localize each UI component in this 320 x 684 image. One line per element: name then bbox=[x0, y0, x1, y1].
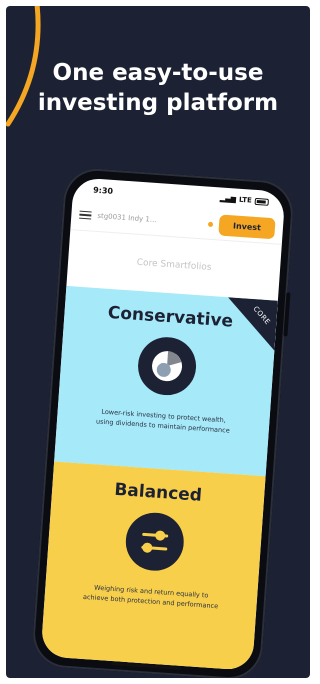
balanced-card[interactable]: Balanced Weighing risk and return equall… bbox=[40, 461, 266, 671]
headline: One easy-to-use investing platform bbox=[6, 58, 310, 118]
invest-button[interactable]: Invest bbox=[218, 213, 276, 239]
phone-screen: 9:30 ▂▄▆ LTE stg0031 Indy 1... Invest Co… bbox=[40, 177, 286, 671]
sliders-icon bbox=[125, 512, 184, 571]
account-label[interactable]: stg0031 Indy 1... bbox=[97, 212, 202, 227]
status-time: 9:30 bbox=[92, 185, 114, 196]
card-description-conservative: Lower-risk investing to protect wealth, … bbox=[57, 392, 271, 439]
phone-mockup: 9:30 ▂▄▆ LTE stg0031 Indy 1... Invest Co… bbox=[30, 166, 296, 678]
status-icons: ▂▄▆ LTE bbox=[219, 194, 269, 206]
headline-line-2: investing platform bbox=[37, 90, 279, 116]
menu-icon[interactable] bbox=[79, 210, 92, 220]
card-description-balanced: Weighing risk and return equally to achi… bbox=[44, 567, 258, 614]
core-ribbon bbox=[224, 297, 278, 351]
status-signal: LTE bbox=[238, 195, 253, 205]
promo-panel: One easy-to-use investing platform 9:30 … bbox=[6, 6, 310, 678]
conservative-card[interactable]: CORE Conservative Lower-risk investing t… bbox=[54, 285, 278, 477]
signal-icon: ▂▄▆ bbox=[219, 194, 237, 204]
notification-dot bbox=[208, 221, 214, 227]
headline-line-1: One easy-to-use bbox=[52, 60, 264, 86]
battery-icon bbox=[254, 197, 269, 206]
pie-chart-icon bbox=[138, 337, 197, 396]
